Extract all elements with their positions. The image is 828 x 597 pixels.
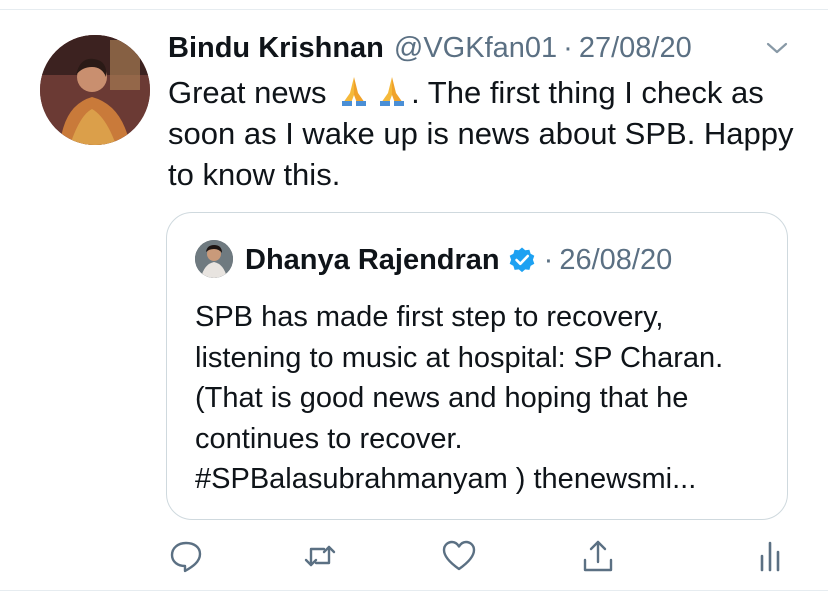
tweet-text: Great news . The first thing I check as … — [168, 72, 808, 195]
quoted-tweet[interactable]: Dhanya Rajendran · 26/08/20 SPB has made… — [166, 212, 788, 520]
analytics-button[interactable] — [752, 538, 788, 574]
quoted-author-name[interactable]: Dhanya Rajendran — [245, 244, 500, 277]
bottom-divider — [0, 590, 828, 591]
folded-hands-icon — [335, 75, 411, 110]
tweet-text-start: Great news — [168, 75, 336, 110]
reply-icon — [170, 541, 202, 573]
chevron-down-icon — [766, 42, 788, 54]
author-name[interactable]: Bindu Krishnan — [168, 30, 384, 66]
tweet-header: Bindu Krishnan @VGKfan01 · 27/08/20 — [168, 30, 692, 66]
verified-badge-icon — [509, 247, 534, 273]
retweet-button[interactable] — [302, 538, 338, 574]
action-bar — [0, 538, 828, 576]
analytics-icon — [760, 541, 780, 572]
like-button[interactable] — [441, 538, 477, 574]
author-handle[interactable]: @VGKfan01 — [394, 30, 557, 66]
share-button[interactable] — [580, 538, 616, 574]
reply-button[interactable] — [168, 538, 204, 574]
quoted-header: Dhanya Rajendran · 26/08/20 — [245, 241, 672, 279]
tweet[interactable]: Bindu Krishnan @VGKfan01 · 27/08/20 Grea… — [0, 0, 828, 597]
quoted-avatar-image — [195, 240, 233, 278]
retweet-icon — [304, 545, 336, 567]
quoted-avatar[interactable] — [195, 240, 233, 278]
tweet-date[interactable]: 27/08/20 — [579, 30, 692, 66]
quoted-text: SPB has made first step to recovery, lis… — [195, 301, 724, 495]
avatar[interactable] — [40, 35, 150, 145]
quoted-date[interactable]: 26/08/20 — [559, 244, 672, 277]
quoted-separator: · — [543, 243, 554, 276]
avatar-image — [40, 35, 150, 145]
more-menu-button[interactable] — [762, 36, 792, 60]
header-separator: · — [563, 32, 573, 64]
share-icon — [583, 540, 613, 572]
top-divider — [0, 9, 828, 10]
heart-icon — [442, 540, 476, 571]
